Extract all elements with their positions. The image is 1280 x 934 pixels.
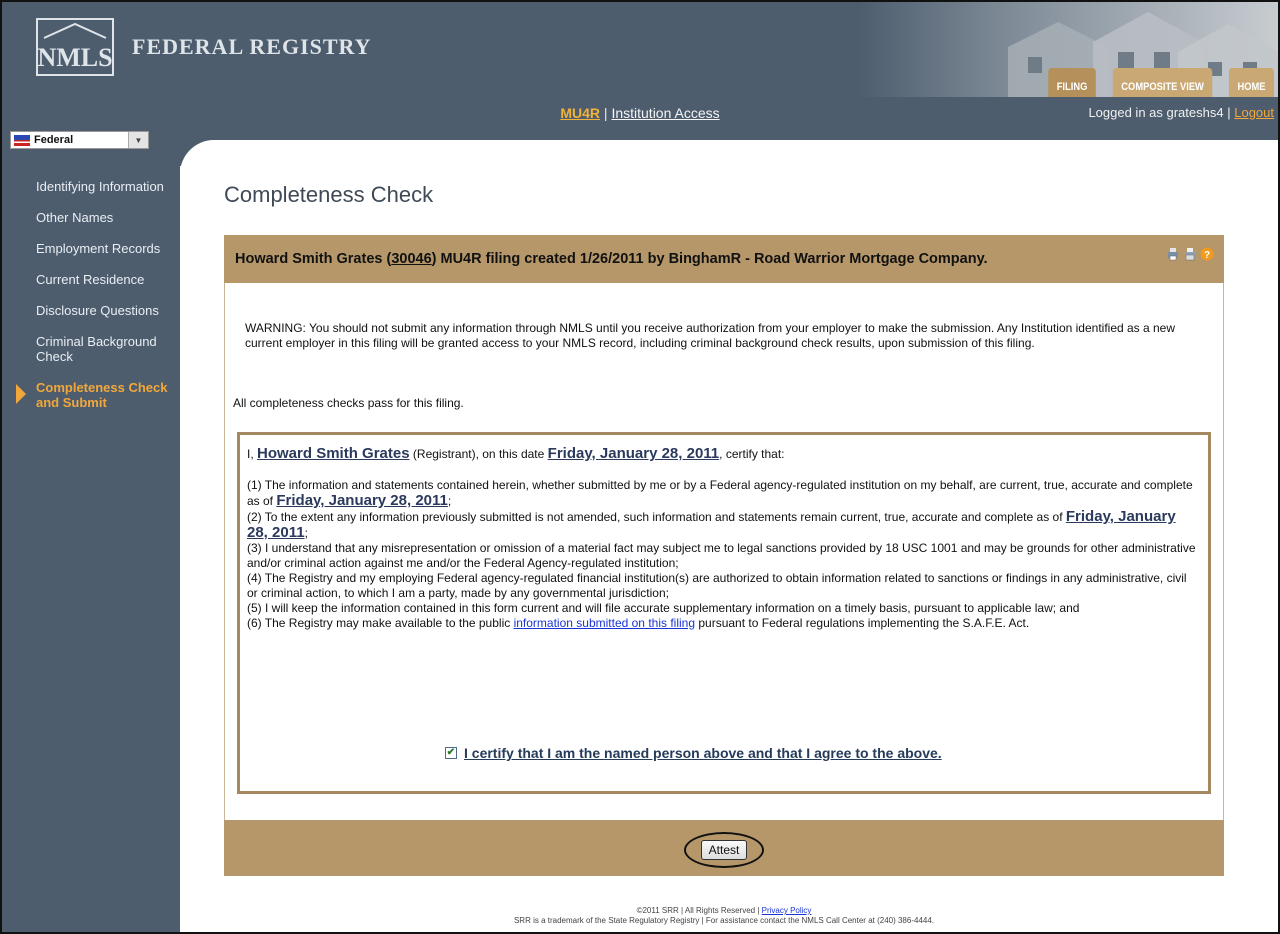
statement-2-text: (2) To the extent any information previo…	[247, 510, 1063, 524]
us-flag-icon	[14, 134, 30, 146]
filing-panel-header: Howard Smith Grates (30046) MU4R filing …	[224, 235, 1224, 283]
page-title: Completeness Check	[224, 182, 434, 207]
help-icon[interactable]: ?	[1200, 247, 1214, 261]
statement-1-end: ;	[447, 494, 452, 508]
filing-title-prefix: Howard Smith Grates (	[235, 251, 392, 267]
filing-panel-footer: Attest	[224, 820, 1224, 876]
statement-5: (5) I will keep the information containe…	[247, 601, 1080, 615]
print-icon[interactable]	[1166, 247, 1180, 261]
filing-panel-body: WARNING: You should not submit any infor…	[224, 283, 1224, 820]
privacy-policy-link[interactable]: Privacy Policy	[762, 906, 812, 915]
statement-2-end: ;	[304, 526, 308, 540]
top-tabs: FILING COMPOSITE VIEW HOME	[1044, 68, 1278, 97]
statement-2: (2) To the extent any information previo…	[247, 509, 1197, 541]
certification-box: I, Howard Smith Grates (Registrant), on …	[237, 432, 1211, 794]
sidebar-item-employment-records[interactable]: Employment Records	[2, 241, 180, 256]
federal-registry-label: FEDERAL REGISTRY	[132, 34, 372, 59]
statement-6: (6) The Registry may make available to t…	[247, 616, 1197, 631]
filing-title: Howard Smith Grates (30046) MU4R filing …	[235, 251, 988, 267]
sidebar-item-criminal-background-check[interactable]: Criminal Background Check	[2, 334, 180, 364]
breadcrumb: MU4R | Institution Access	[2, 105, 1278, 121]
logo-text: NMLS	[37, 43, 112, 72]
nmls-id-link[interactable]: 30046	[391, 251, 431, 267]
jurisdiction-select[interactable]: Federal ▼	[10, 131, 149, 149]
footer-line-1: ©2011 SRR | All Rights Reserved | Privac…	[224, 906, 1224, 916]
sidebar-nav: Identifying Information Other Names Empl…	[2, 179, 180, 426]
content-corner	[180, 126, 220, 180]
logged-in-text: Logged in as grateshs4	[1088, 105, 1224, 120]
sidebar-item-completeness-check[interactable]: Completeness Check and Submit	[2, 380, 180, 410]
institution-access-link[interactable]: Institution Access	[611, 105, 719, 121]
information-submitted-link[interactable]: information submitted on this filing	[514, 616, 695, 630]
logout-link[interactable]: Logout	[1234, 105, 1274, 120]
tab-home[interactable]: HOME	[1228, 68, 1275, 97]
svg-text:?: ?	[1204, 250, 1210, 261]
chevron-down-icon[interactable]: ▼	[128, 132, 148, 148]
current-step-arrow-icon	[16, 384, 26, 404]
attest-button[interactable]: Attest	[700, 840, 748, 860]
certify-that: , certify that:	[719, 447, 785, 461]
registrant-tag: (Registrant), on this date	[412, 447, 545, 461]
app-window: NMLS FEDERAL REGISTRY FILING COMPOSITE V…	[0, 0, 1280, 934]
statement-3: (3) I understand that any misrepresentat…	[247, 541, 1196, 570]
statement-6-text-b: pursuant to Federal regulations implemen…	[698, 616, 1030, 630]
sidebar-item-disclosure-questions[interactable]: Disclosure Questions	[2, 303, 180, 318]
page-footer: ©2011 SRR | All Rights Reserved | Privac…	[224, 906, 1224, 926]
warning-text: WARNING: You should not submit any infor…	[245, 321, 1176, 350]
completeness-status: All completeness checks pass for this fi…	[233, 396, 464, 410]
statement-1-date: Friday, January 28, 2011	[276, 492, 448, 509]
breadcrumb-separator: |	[603, 105, 608, 121]
certification-statements: (1) The information and statements conta…	[247, 478, 1197, 631]
tab-filing[interactable]: FILING	[1047, 68, 1096, 97]
sidebar-item-other-names[interactable]: Other Names	[2, 210, 180, 225]
mu4r-link[interactable]: MU4R	[560, 105, 600, 121]
nmls-logo[interactable]: NMLS FEDERAL REGISTRY	[34, 16, 372, 78]
filing-title-suffix: ) MU4R filing created 1/26/2011 by Bingh…	[431, 251, 988, 267]
copyright-text: ©2011 SRR | All Rights Reserved |	[636, 906, 760, 915]
user-separator: |	[1227, 105, 1231, 120]
certification-intro: I, Howard Smith Grates (Registrant), on …	[247, 445, 785, 462]
attest-highlight-circle: Attest	[684, 832, 764, 868]
certification-date: Friday, January 28, 2011	[547, 445, 720, 462]
user-info: Logged in as grateshs4 | Logout	[1088, 105, 1274, 120]
sidebar-item-current-residence[interactable]: Current Residence	[2, 272, 180, 287]
statement-4: (4) The Registry and my employing Federa…	[247, 571, 1187, 600]
print-pdf-icon[interactable]	[1183, 247, 1197, 261]
sidebar-item-label: Completeness Check and Submit	[36, 380, 168, 410]
agree-row[interactable]: ✔ I certify that I am the named person a…	[445, 745, 942, 761]
agree-checkbox[interactable]: ✔	[445, 747, 457, 759]
content-top-band	[220, 126, 1278, 140]
tab-composite-view[interactable]: COMPOSITE VIEW	[1112, 68, 1213, 97]
sub-header: MU4R | Institution Access Logged in as g…	[2, 97, 1278, 126]
agree-label[interactable]: I certify that I am the named person abo…	[464, 745, 942, 761]
registrant-name: Howard Smith Grates	[257, 445, 410, 462]
panel-tools: ?	[1166, 247, 1214, 261]
statement-1: (1) The information and statements conta…	[247, 478, 1197, 509]
jurisdiction-select-value: Federal	[34, 134, 74, 146]
footer-line-2: SRR is a trademark of the State Regulato…	[513, 916, 935, 925]
sidebar: Federal ▼ Identifying Information Other …	[2, 126, 180, 932]
statement-6-text-a: (6) The Registry may make available to t…	[247, 616, 511, 630]
nmls-logo-icon: NMLS	[36, 18, 114, 76]
cert-i: I,	[247, 447, 254, 461]
sidebar-item-identifying-information[interactable]: Identifying Information	[2, 179, 180, 194]
site-header: NMLS FEDERAL REGISTRY FILING COMPOSITE V…	[2, 2, 1278, 97]
